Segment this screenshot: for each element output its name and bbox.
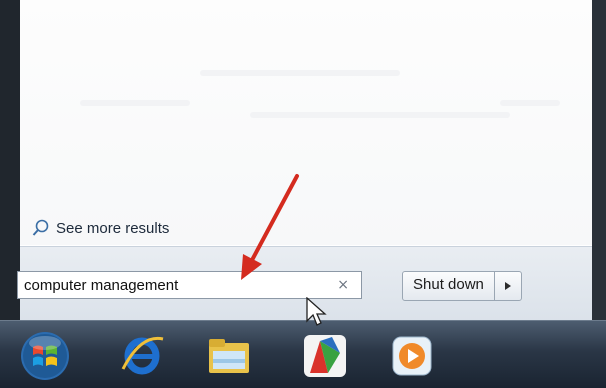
chevron-right-icon (504, 282, 511, 290)
blurred-result (200, 70, 400, 76)
internet-explorer-icon[interactable] (115, 329, 169, 383)
desktop-edge-right (592, 0, 606, 320)
taskbar (0, 320, 606, 388)
colorful-app-icon[interactable] (298, 329, 352, 383)
blurred-result (250, 112, 510, 118)
see-more-results-label: See more results (56, 219, 170, 237)
clear-search-button[interactable]: × (337, 277, 349, 293)
windows-start-orb-icon[interactable] (18, 329, 72, 383)
see-more-results-link[interactable]: See more results (32, 216, 169, 240)
start-search-input[interactable] (18, 273, 330, 297)
media-player-icon[interactable] (385, 329, 439, 383)
windows-explorer-icon[interactable] (202, 329, 256, 383)
search-results-area (20, 0, 592, 245)
blurred-result (500, 100, 560, 106)
shut-down-button[interactable]: Shut down (403, 272, 495, 300)
shutdown-options-button[interactable] (495, 272, 521, 300)
start-search-box[interactable]: × (17, 271, 362, 299)
blurred-result (80, 100, 190, 106)
shutdown-group: Shut down (402, 271, 522, 301)
search-icon (32, 219, 49, 236)
